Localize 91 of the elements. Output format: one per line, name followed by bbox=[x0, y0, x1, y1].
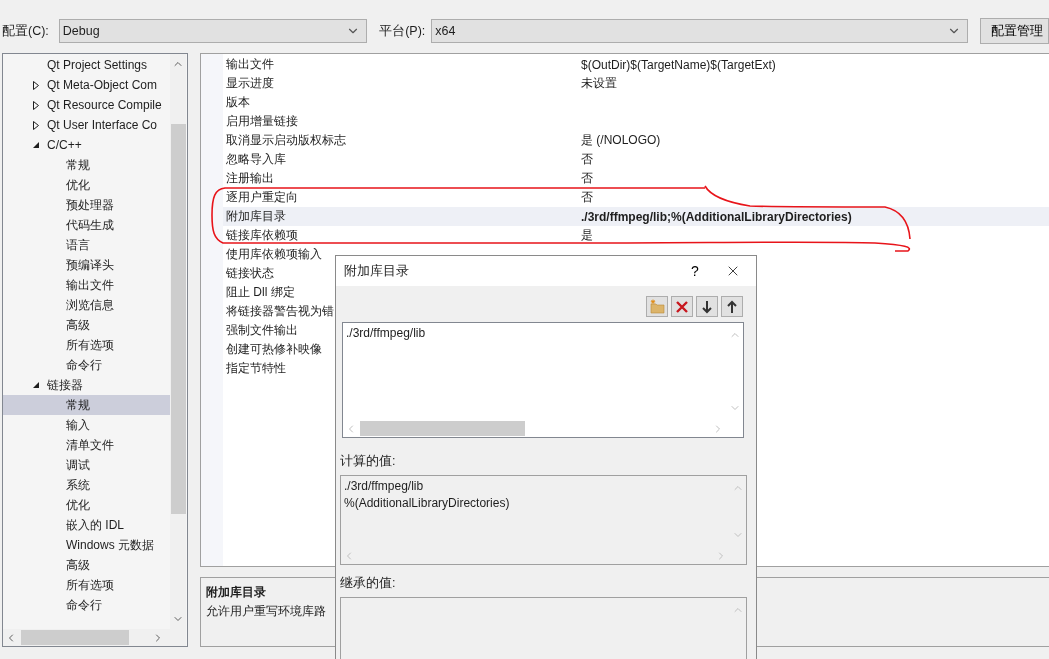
move-up-button[interactable] bbox=[721, 296, 743, 317]
tree-item[interactable]: 嵌入的 IDL bbox=[3, 515, 170, 535]
tree-item[interactable]: 常规 bbox=[3, 155, 170, 175]
tree-item[interactable]: 调试 bbox=[3, 455, 170, 475]
property-value: 是 (/NOLOGO) bbox=[581, 132, 661, 149]
property-value: 否 bbox=[581, 189, 593, 206]
property-name: 指定节特性 bbox=[226, 360, 286, 377]
property-value: 否 bbox=[581, 170, 593, 187]
property-value: ./3rd/ffmpeg/lib;%(AdditionalLibraryDirectories) bbox=[581, 209, 852, 224]
property-name: 创建可热修补映像 bbox=[226, 341, 322, 358]
tree-item[interactable]: 命令行 bbox=[3, 355, 170, 375]
property-row[interactable]: 版本 bbox=[223, 93, 1049, 112]
tree-item[interactable]: C/C++ bbox=[3, 135, 170, 155]
tree-item[interactable]: Qt Project Settings bbox=[3, 55, 170, 75]
tree-item[interactable]: 优化 bbox=[3, 495, 170, 515]
property-name: 版本 bbox=[226, 94, 250, 111]
tree-item[interactable]: 代码生成 bbox=[3, 215, 170, 235]
property-row[interactable]: 取消显示启动版权标志 是 (/NOLOGO) bbox=[223, 131, 1049, 150]
description-title: 附加库目录 bbox=[206, 584, 266, 601]
tree-item[interactable]: Qt User Interface Co bbox=[3, 115, 170, 135]
dialog-title: 附加库目录 bbox=[344, 262, 410, 280]
property-name: 链接库依赖项 bbox=[226, 227, 298, 244]
tree-item[interactable]: 所有选项 bbox=[3, 575, 170, 595]
tree-item[interactable]: 语言 bbox=[3, 235, 170, 255]
property-name: 将链接器警告视为错 bbox=[226, 303, 334, 320]
collapsed-arrow-icon bbox=[32, 101, 40, 110]
config-manager-button[interactable]: 配置管理 bbox=[979, 18, 1049, 44]
delete-icon bbox=[675, 299, 689, 314]
tree-item[interactable]: 预编译头 bbox=[3, 255, 170, 275]
inherited-label: 继承的值: bbox=[340, 575, 397, 592]
computed-line: ./3rd/ffmpeg/lib bbox=[344, 478, 424, 495]
property-value: $(OutDir)$(TargetName)$(TargetExt) bbox=[581, 57, 776, 72]
property-row[interactable]: 忽略导入库 否 bbox=[223, 150, 1049, 169]
property-value: 未设置 bbox=[581, 75, 617, 92]
property-name: 取消显示启动版权标志 bbox=[226, 132, 346, 149]
tree-item[interactable]: 高级 bbox=[3, 315, 170, 335]
property-name: 忽略导入库 bbox=[226, 151, 286, 168]
property-row[interactable]: 显示进度 未设置 bbox=[223, 74, 1049, 93]
property-value: 否 bbox=[581, 151, 593, 168]
tree-item[interactable]: 优化 bbox=[3, 175, 170, 195]
property-row[interactable]: 链接库依赖项 是 bbox=[223, 226, 1049, 245]
platform-dropdown[interactable]: x64 bbox=[431, 19, 968, 43]
computed-label: 计算的值: bbox=[340, 453, 397, 470]
property-name: 使用库依赖项输入 bbox=[226, 246, 322, 263]
tree-item[interactable]: 浏览信息 bbox=[3, 295, 170, 315]
property-name: 显示进度 bbox=[226, 75, 274, 92]
description-text: 允许用户重写环境库路 bbox=[206, 604, 326, 619]
property-row[interactable]: 逐用户重定向 否 bbox=[223, 188, 1049, 207]
tree-item[interactable]: 所有选项 bbox=[3, 335, 170, 355]
property-row[interactable]: 附加库目录 ./3rd/ffmpeg/lib;%(AdditionalLibraryDirectories) bbox=[223, 207, 1049, 226]
tree-item[interactable]: Qt Resource Compile bbox=[3, 95, 170, 115]
collapsed-arrow-icon bbox=[32, 121, 40, 130]
scrollbar-thumb[interactable] bbox=[360, 421, 525, 436]
property-name: 输出文件 bbox=[226, 56, 274, 73]
property-row[interactable]: 注册输出 否 bbox=[223, 169, 1049, 188]
tree-item[interactable]: 常规 bbox=[3, 395, 170, 415]
property-row[interactable]: 输出文件 $(OutDir)$(TargetName)$(TargetExt) bbox=[223, 55, 1049, 74]
property-name: 阻止 Dll 绑定 bbox=[226, 284, 295, 301]
tree-item[interactable]: 预处理器 bbox=[3, 195, 170, 215]
platform-label: 平台(P): bbox=[379, 22, 426, 40]
tree-item[interactable]: Qt Meta-Object Com bbox=[3, 75, 170, 95]
tree-item[interactable]: 输出文件 bbox=[3, 275, 170, 295]
delete-button[interactable] bbox=[671, 296, 693, 317]
down-arrow-icon bbox=[701, 299, 713, 314]
property-value: 是 bbox=[581, 227, 593, 244]
tree-item[interactable]: 系统 bbox=[3, 475, 170, 495]
tree-item[interactable]: Windows 元数据 bbox=[3, 535, 170, 555]
property-row[interactable]: 启用增量链接 bbox=[223, 112, 1049, 131]
collapsed-arrow-icon bbox=[32, 81, 40, 90]
property-name: 逐用户重定向 bbox=[226, 189, 298, 206]
property-name: 附加库目录 bbox=[226, 208, 286, 225]
tree-item[interactable]: 链接器 bbox=[3, 375, 170, 395]
property-name: 启用增量链接 bbox=[226, 113, 298, 130]
config-label: 配置(C): bbox=[2, 22, 49, 40]
config-dropdown[interactable]: Debug bbox=[58, 19, 368, 43]
tree-item[interactable]: 高级 bbox=[3, 555, 170, 575]
expanded-arrow-icon bbox=[32, 141, 40, 149]
scrollbar-thumb[interactable] bbox=[170, 124, 186, 514]
computed-line: %(AdditionalLibraryDirectories) bbox=[344, 495, 510, 512]
list-entry[interactable]: ./3rd/ffmpeg/lib bbox=[346, 325, 426, 342]
expanded-arrow-icon bbox=[32, 381, 40, 389]
help-button[interactable]: ? bbox=[680, 257, 710, 285]
property-name: 注册输出 bbox=[226, 170, 274, 187]
tree-item[interactable]: 输入 bbox=[3, 415, 170, 435]
new-folder-icon bbox=[649, 299, 665, 314]
up-arrow-icon bbox=[726, 299, 738, 314]
tree-item[interactable]: 命令行 bbox=[3, 595, 170, 615]
scrollbar-thumb[interactable] bbox=[21, 630, 129, 645]
tree-item[interactable]: 清单文件 bbox=[3, 435, 170, 455]
move-down-button[interactable] bbox=[696, 296, 718, 317]
directory-list[interactable]: ./3rd/ffmpeg/lib bbox=[342, 322, 744, 438]
